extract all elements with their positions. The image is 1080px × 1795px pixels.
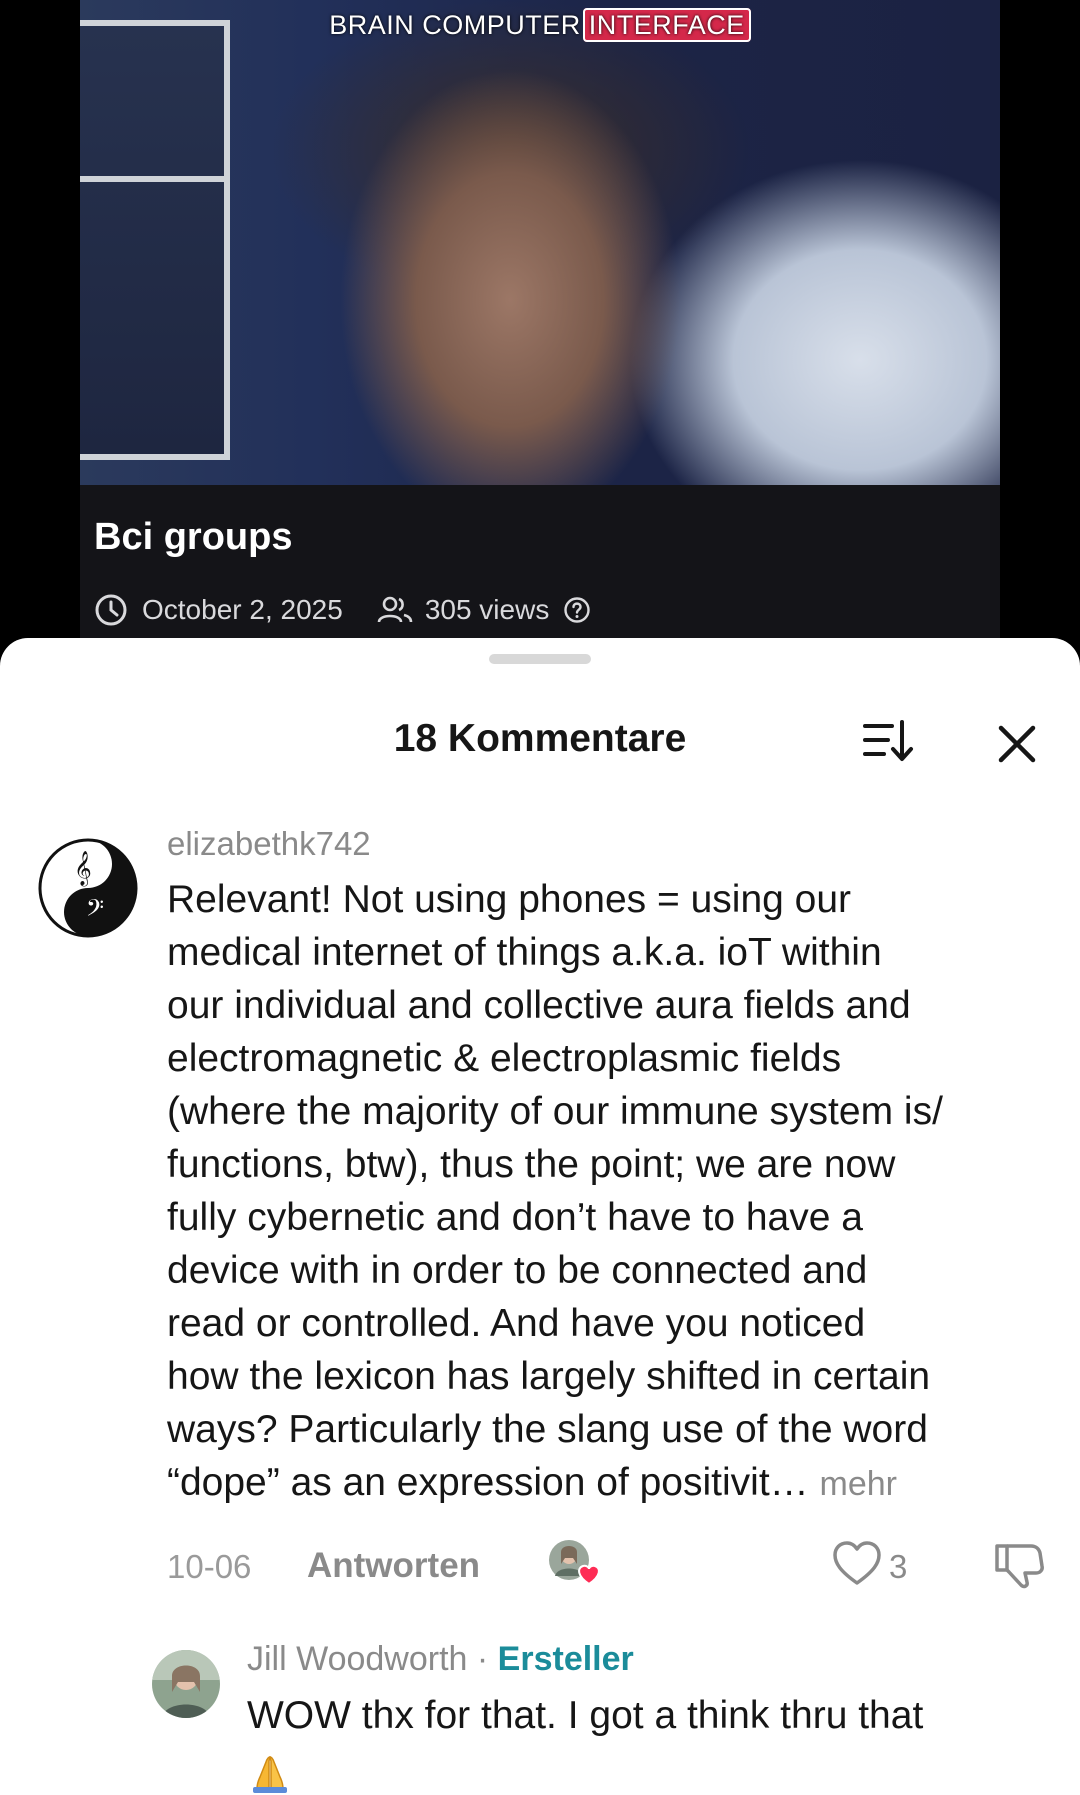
- comment-line: (where the majority of our immune system…: [167, 1090, 943, 1133]
- comment-text: Relevant! Not using phones = using our m…: [167, 873, 1047, 1511]
- creator-badge: Ersteller: [497, 1640, 634, 1678]
- video-card[interactable]: BRAIN COMPUTER INTERFACE Bci groups Octob…: [80, 0, 1000, 640]
- comment-line: how the lexicon has largely shifted in c…: [167, 1355, 931, 1398]
- comment-last-line: “dope” as an expression of positivit… me…: [167, 1456, 1047, 1511]
- video-overlay-title: BRAIN COMPUTER INTERFACE: [80, 8, 1000, 42]
- svg-text:𝄞: 𝄞: [74, 851, 92, 887]
- comment-line: device with in order to be connected and: [167, 1249, 868, 1292]
- overlay-title-text: BRAIN COMPUTER: [329, 10, 581, 40]
- separator: ·: [467, 1640, 498, 1678]
- yin-yang-music-avatar-icon: 𝄞 𝄢: [38, 838, 138, 938]
- video-date: October 2, 2025: [142, 594, 343, 625]
- reply-author: Jill Woodworth · Ersteller: [247, 1640, 634, 1679]
- folded-hands-emoji: [253, 1755, 287, 1793]
- clock-icon: [95, 594, 127, 626]
- comment-line: our individual and collective aura field…: [167, 984, 911, 1027]
- comments-count-title: 18 Kommentare: [393, 717, 687, 760]
- comment-line: functions, btw), thus the point; we are …: [167, 1143, 896, 1186]
- video-thumbnail[interactable]: BRAIN COMPUTER INTERFACE: [80, 0, 1000, 485]
- creator-liked-icon: [549, 1540, 600, 1586]
- more-link[interactable]: mehr: [820, 1465, 897, 1503]
- video-meta: October 2, 2025 305 views: [94, 590, 591, 630]
- reply-text: WOW thx for that. I got a think thru tha…: [247, 1690, 1067, 1794]
- comment-line: electromagnetic & electroplasmic fields: [167, 1037, 842, 1080]
- drag-handle[interactable]: [489, 654, 591, 664]
- reply-username[interactable]: Jill Woodworth: [247, 1640, 467, 1678]
- sort-icon[interactable]: [862, 718, 914, 764]
- people-icon: [377, 596, 413, 623]
- help-icon[interactable]: [563, 596, 591, 624]
- comment-line: “dope” as an expression of positivit…: [167, 1461, 809, 1504]
- avatar[interactable]: 𝄞 𝄢: [38, 838, 138, 938]
- comment-line: Relevant! Not using phones = using our: [167, 878, 852, 921]
- close-icon[interactable]: [995, 722, 1039, 766]
- background-window: [80, 20, 230, 460]
- video-title: Bci groups: [94, 516, 293, 558]
- avatar[interactable]: [152, 1650, 220, 1718]
- comment-date: 10-06: [167, 1548, 252, 1585]
- svg-text:𝄢: 𝄢: [86, 894, 104, 927]
- comment-actions: 10-06 Antworten 3: [167, 1536, 1047, 1596]
- comments-sheet: 18 Kommentare 𝄞 𝄢 elizabethk742 Relevant…: [0, 638, 1080, 1795]
- comment-line: read or controlled. And have you noticed: [167, 1302, 866, 1345]
- comment-line: fully cybernetic and don’t have to have …: [167, 1196, 863, 1239]
- comment-username[interactable]: elizabethk742: [167, 825, 371, 863]
- creator-avatar-icon: [152, 1650, 220, 1718]
- comment-line: medical internet of things a.k.a. ioT wi…: [167, 931, 882, 974]
- video-views: 305 views: [424, 594, 550, 625]
- overlay-title-highlight: INTERFACE: [582, 8, 751, 42]
- reply-button[interactable]: Antworten: [307, 1546, 480, 1586]
- dislike-icon[interactable]: [993, 1540, 1045, 1590]
- heart-icon[interactable]: [832, 1540, 882, 1588]
- comment-line: ways? Particularly the slang use of the …: [167, 1408, 928, 1451]
- like-count: 3: [889, 1548, 908, 1585]
- reply-line: WOW thx for that. I got a think thru tha…: [247, 1694, 924, 1737]
